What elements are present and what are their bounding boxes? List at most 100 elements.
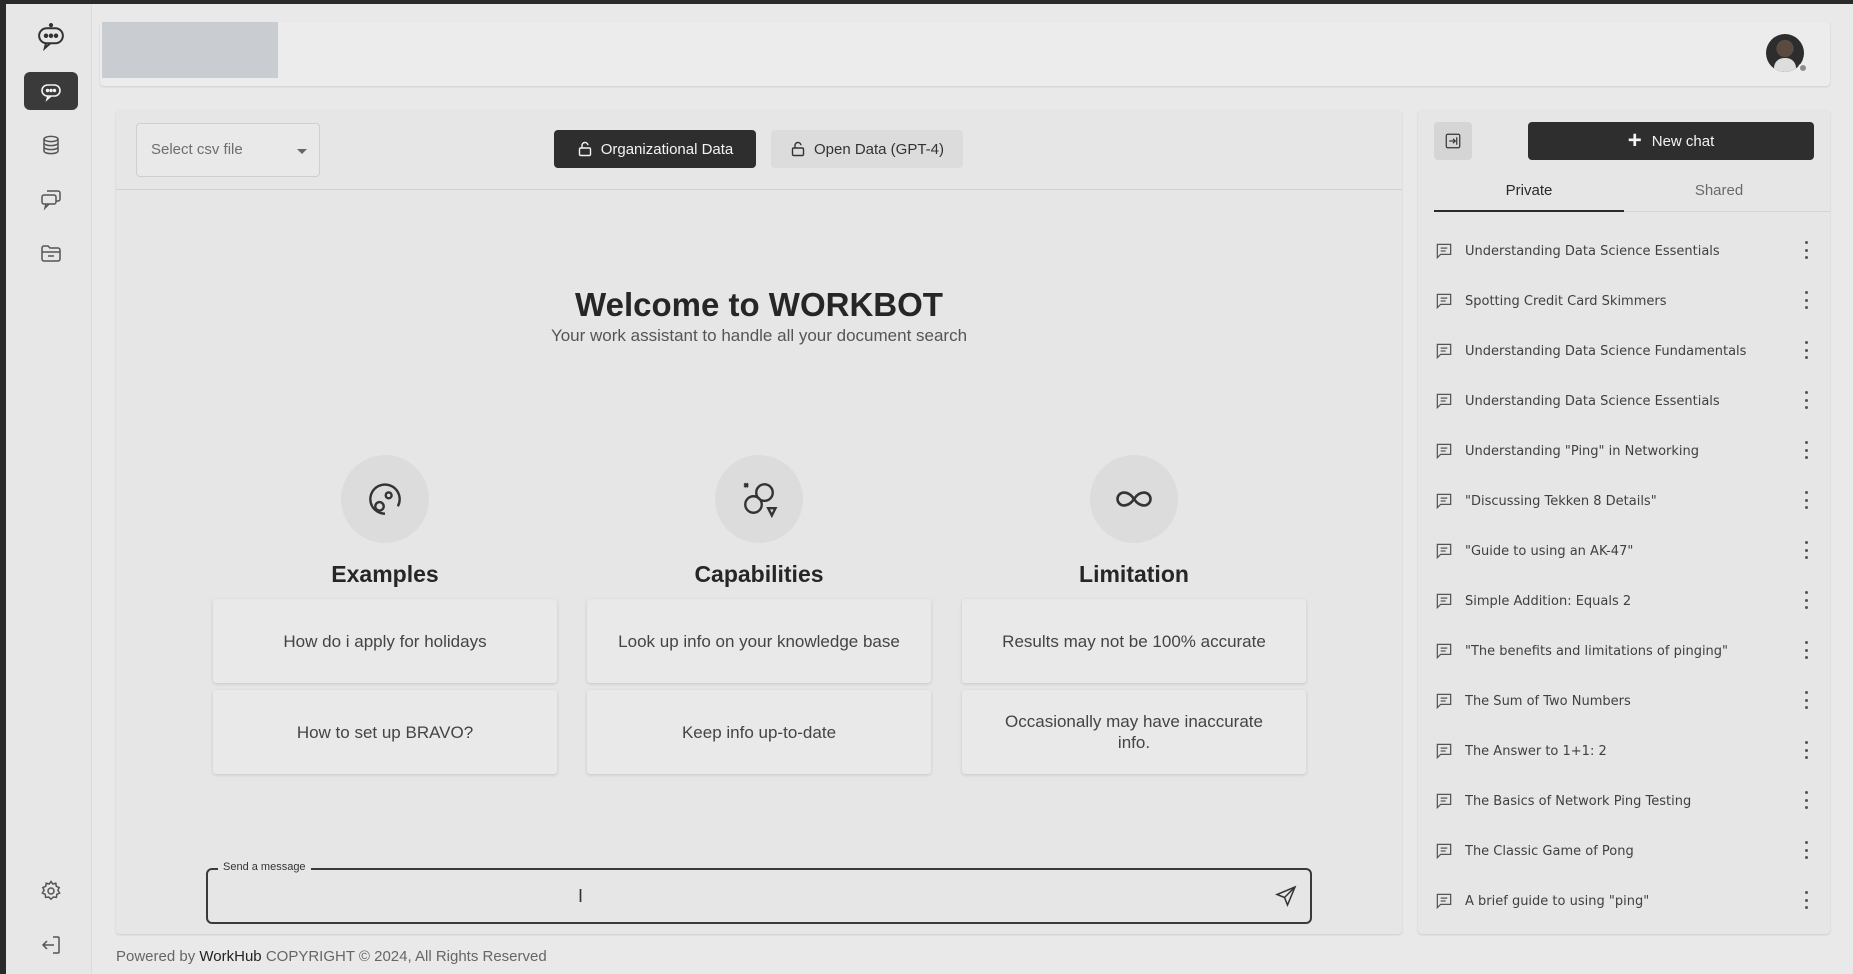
chat-title: Understanding Data Science Fundamentals <box>1465 343 1747 359</box>
window-frame-top <box>0 0 1853 4</box>
message-square-icon <box>1436 243 1452 260</box>
status-dot <box>1798 63 1808 73</box>
chat-title: The Classic Game of Pong <box>1465 843 1634 859</box>
more-vertical-icon[interactable] <box>1804 791 1808 809</box>
welcome-title: Welcome to WORKBOT <box>575 286 943 323</box>
top-header <box>100 22 1830 86</box>
csv-select-placeholder: Select csv file <box>151 141 243 158</box>
chevron-down-icon <box>297 149 307 154</box>
more-vertical-icon[interactable] <box>1804 491 1808 509</box>
capabilities-icon <box>715 455 803 543</box>
left-rail <box>6 4 92 974</box>
conversations-icon[interactable] <box>24 180 78 218</box>
chat-list-item[interactable]: "Guide to using an AK-47" <box>1418 526 1830 576</box>
text-cursor-icon: I <box>578 886 584 906</box>
footer-powered-by: Powered by <box>116 948 196 965</box>
tab-private[interactable]: Private <box>1434 172 1624 212</box>
more-vertical-icon[interactable] <box>1804 591 1808 609</box>
example-card[interactable]: How do i apply for holidays <box>213 599 557 683</box>
collapse-icon <box>1445 133 1461 149</box>
chat-list-item[interactable]: A brief guide to using "ping" <box>1418 876 1830 926</box>
message-square-icon <box>1436 543 1452 560</box>
more-vertical-icon[interactable] <box>1804 391 1808 409</box>
open-data-label: Open Data (GPT-4) <box>813 140 945 158</box>
message-square-icon <box>1436 443 1452 460</box>
chat-list-item[interactable]: Understanding "Ping" in Networking <box>1418 426 1830 476</box>
message-square-icon <box>1436 493 1452 510</box>
organizational-data-button[interactable]: Organizational Data <box>554 130 756 168</box>
chat-list-item[interactable]: "Discussing Tekken 8 Details" <box>1418 476 1830 526</box>
database-icon[interactable] <box>24 126 78 164</box>
infinity-icon <box>1090 455 1178 543</box>
message-square-icon <box>1436 393 1452 410</box>
chat-icon[interactable] <box>24 72 78 110</box>
more-vertical-icon[interactable] <box>1804 241 1808 259</box>
message-square-icon <box>1436 793 1452 810</box>
main-toolbar: Select csv file Organizational Data Open… <box>116 110 1402 190</box>
examples-icon <box>341 455 429 543</box>
settings-icon[interactable] <box>24 872 78 910</box>
chat-title: The Sum of Two Numbers <box>1465 693 1631 709</box>
more-vertical-icon[interactable] <box>1804 441 1808 459</box>
message-square-icon <box>1436 893 1452 910</box>
message-square-icon <box>1436 343 1452 360</box>
chat-list-item[interactable]: The Basics of Network Ping Testing <box>1418 776 1830 826</box>
open-data-button[interactable]: Open Data (GPT-4) <box>771 130 963 168</box>
limitation-title: Limitation <box>1079 561 1189 587</box>
more-vertical-icon[interactable] <box>1804 541 1808 559</box>
message-square-icon <box>1436 743 1452 760</box>
chatbot-logo-icon[interactable] <box>24 18 78 56</box>
chat-list-item[interactable]: Simple Addition: Equals 2 <box>1418 576 1830 626</box>
chat-title: Understanding Data Science Essentials <box>1465 393 1720 409</box>
folder-icon[interactable] <box>24 234 78 272</box>
logout-icon[interactable] <box>24 926 78 964</box>
unlock-icon <box>578 141 591 157</box>
more-vertical-icon[interactable] <box>1804 291 1808 309</box>
capability-card: Look up info on your knowledge base <box>587 599 931 683</box>
more-vertical-icon[interactable] <box>1804 891 1808 909</box>
footer: Powered by WorkHub COPYRIGHT © 2024, All… <box>116 948 547 965</box>
chat-list-item[interactable]: Understanding Data Science Essentials <box>1418 376 1830 426</box>
chat-title: "Guide to using an AK-47" <box>1465 543 1634 559</box>
footer-brand-link[interactable]: WorkHub <box>199 948 261 965</box>
more-vertical-icon[interactable] <box>1804 691 1808 709</box>
chat-title: "The benefits and limitations of pinging… <box>1465 643 1729 659</box>
message-square-icon <box>1436 843 1452 860</box>
tab-shared[interactable]: Shared <box>1624 172 1814 212</box>
chat-list-item[interactable]: Understanding Data Science Essentials <box>1418 226 1830 276</box>
send-icon[interactable] <box>1274 884 1298 908</box>
chat-list-item[interactable]: Spotting Credit Card Skimmers <box>1418 276 1830 326</box>
chat-list-item[interactable]: The Classic Game of Pong <box>1418 826 1830 876</box>
main-panel: Select csv file Organizational Data Open… <box>116 110 1402 934</box>
message-square-icon <box>1436 593 1452 610</box>
csv-file-select[interactable]: Select csv file <box>136 123 320 177</box>
chat-title: Simple Addition: Equals 2 <box>1465 593 1632 609</box>
capabilities-title: Capabilities <box>694 561 824 587</box>
chat-list-item[interactable]: The Sum of Two Numbers <box>1418 676 1830 726</box>
chat-history-panel: + New chat Private Shared Understanding … <box>1418 110 1830 934</box>
chat-list-item[interactable]: The Answer to 1+1: 2 <box>1418 726 1830 776</box>
more-vertical-icon[interactable] <box>1804 841 1808 859</box>
unlock-icon <box>791 141 805 157</box>
example-card[interactable]: How to set up BRAVO? <box>213 690 557 774</box>
more-vertical-icon[interactable] <box>1804 641 1808 659</box>
more-vertical-icon[interactable] <box>1804 741 1808 759</box>
new-chat-button[interactable]: + New chat <box>1528 122 1814 160</box>
chat-title: Spotting Credit Card Skimmers <box>1465 293 1667 309</box>
message-input[interactable]: Send a message I <box>206 861 1312 924</box>
chat-title: "Discussing Tekken 8 Details" <box>1465 493 1657 509</box>
message-square-icon <box>1436 293 1452 310</box>
collapse-panel-button[interactable] <box>1434 122 1472 160</box>
more-vertical-icon[interactable] <box>1804 341 1808 359</box>
limitation-card: Results may not be 100% accurate <box>962 599 1306 683</box>
limitation-card: Occasionally may have inaccurate info. <box>962 690 1306 774</box>
logo-placeholder <box>102 22 278 78</box>
welcome-subtitle: Your work assistant to handle all your d… <box>550 326 968 345</box>
plus-icon: + <box>1627 127 1642 154</box>
new-chat-label: New chat <box>1651 132 1715 150</box>
chat-list-item[interactable]: "The benefits and limitations of pinging… <box>1418 626 1830 676</box>
chat-title: The Basics of Network Ping Testing <box>1465 793 1692 809</box>
message-square-icon <box>1436 693 1452 710</box>
chat-title: Understanding "Ping" in Networking <box>1465 443 1700 459</box>
chat-list-item[interactable]: Understanding Data Science Fundamentals <box>1418 326 1830 376</box>
